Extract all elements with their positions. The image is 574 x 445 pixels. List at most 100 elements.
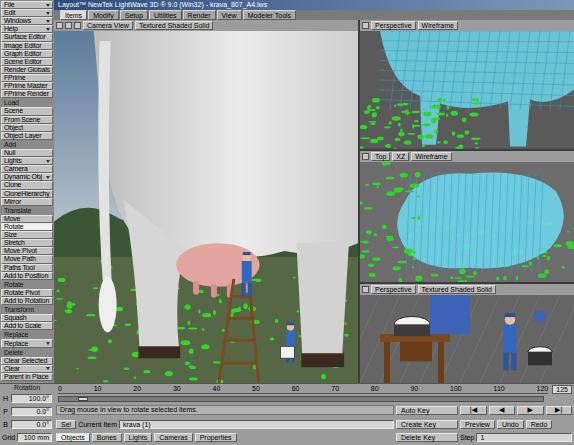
view-type-dropdown[interactable]: Perspective	[371, 285, 416, 294]
render-mode-dropdown[interactable]: Wireframe	[418, 21, 458, 30]
tab-label[interactable]: Items	[65, 12, 82, 19]
toolbar-button[interactable]: Windows	[1, 17, 53, 25]
viewport-canvas[interactable]	[360, 162, 574, 283]
toolbar-button[interactable]: Stretch	[1, 239, 53, 247]
button-label[interactable]: Clear	[4, 366, 45, 372]
toolbar-item[interactable]: From Scene	[1, 116, 53, 124]
toolbar-button[interactable]: Size	[1, 231, 53, 239]
toolbar-item[interactable]: Render Globals	[1, 66, 53, 74]
tab-label[interactable]: View	[222, 12, 237, 19]
transport-glyph[interactable]: ◀	[499, 407, 504, 414]
button-label[interactable]: Move Path	[4, 256, 50, 262]
button-label[interactable]: Render Globals	[4, 67, 50, 73]
button-label[interactable]: CloneHierarchy	[4, 191, 50, 197]
button-label[interactable]: Add to Position	[4, 273, 50, 279]
button-label[interactable]: FPrime	[4, 75, 50, 81]
redo-button[interactable]: Redo	[526, 420, 553, 429]
toolbar-item[interactable]: Clone	[1, 181, 53, 189]
step-field[interactable]: 1	[476, 433, 572, 442]
tab-label[interactable]: Render	[188, 12, 211, 19]
toolbar-button[interactable]: Dynamic Obj	[1, 173, 53, 181]
toolbar-button[interactable]: Replace	[1, 339, 53, 347]
view-control-icon[interactable]	[56, 22, 63, 29]
toolbar-button[interactable]: Clear	[1, 365, 53, 373]
timeline-track[interactable]	[58, 396, 544, 402]
button-label[interactable]: File	[4, 2, 45, 8]
toolbar-item[interactable]: Rotate	[1, 223, 53, 231]
button-label[interactable]: Add to Rotation	[4, 298, 50, 304]
sel-button[interactable]: Sel	[56, 420, 76, 429]
viewport-canvas[interactable]	[54, 31, 358, 383]
toolbar-item[interactable]: Move Path	[1, 255, 53, 263]
button-label[interactable]: Bones	[97, 434, 117, 441]
render-mode-dropdown[interactable]: Wireframe	[411, 152, 451, 161]
button-label[interactable]: Camera	[4, 166, 50, 172]
button-label[interactable]: Surface Editor	[4, 34, 50, 40]
toolbar-button[interactable]: Add to Rotation	[1, 297, 53, 305]
field-value[interactable]: 0.0°	[36, 408, 49, 415]
toolbar-item[interactable]: Image Editor	[1, 42, 53, 50]
item-type-button[interactable]: Lights	[124, 433, 153, 442]
toolbar-button[interactable]: FPrime	[1, 74, 53, 82]
viewport[interactable]: PerspectiveTextured Shaded Solid	[360, 284, 574, 383]
view-control-icon[interactable]	[65, 22, 72, 29]
rotation-field[interactable]: 100.0°	[11, 394, 52, 403]
toolbar-item[interactable]: Parent in Place	[1, 373, 53, 381]
toolbar-item[interactable]: Paths Tool	[1, 264, 53, 272]
toolbar-item[interactable]: Dynamic Obj	[1, 173, 53, 181]
button-label[interactable]: Rotate Pivot	[4, 290, 50, 296]
view-type-label[interactable]: Perspective	[375, 286, 412, 293]
transport-button[interactable]: |◀	[460, 406, 487, 415]
button-label[interactable]: From Scene	[4, 117, 50, 123]
render-mode-dropdown[interactable]: Textured Shaded Solid	[135, 21, 213, 30]
view-type-dropdown[interactable]: Camera View	[83, 21, 133, 30]
toolbar-item[interactable]: Scene	[1, 107, 53, 115]
toolbar-item[interactable]: Edit	[1, 9, 53, 17]
key-button[interactable]: Create Key	[396, 420, 458, 429]
rotation-field[interactable]: 0.0°	[11, 420, 52, 429]
field-value[interactable]: 100 mm	[24, 434, 49, 441]
tab-label[interactable]: Setup	[125, 12, 143, 19]
toolbar-item[interactable]: FPrime Master	[1, 82, 53, 90]
view-type-dropdown[interactable]: Top	[371, 152, 390, 161]
tab[interactable]: View	[217, 10, 242, 20]
item-type-button[interactable]: Cameras	[154, 433, 192, 442]
button-label[interactable]: Parent in Place	[4, 374, 50, 380]
toolbar-item[interactable]: Object	[1, 124, 53, 132]
toolbar-button[interactable]: CloneHierarchy	[1, 190, 53, 198]
button-label[interactable]: FPrime Master	[4, 83, 50, 89]
button-label[interactable]: Clone	[4, 182, 50, 188]
toolbar-item[interactable]: Size	[1, 231, 53, 239]
toolbar-button[interactable]: Mirror	[1, 198, 53, 206]
toolbar-button[interactable]: Null	[1, 149, 53, 157]
toolbar-item[interactable]: Rotate Pivot	[1, 289, 53, 297]
button-label[interactable]: Move	[4, 216, 50, 222]
button-label[interactable]: Squash	[4, 315, 50, 321]
tab[interactable]: Modeler Tools	[243, 10, 296, 20]
button-label[interactable]: Stretch	[4, 240, 50, 246]
button-label[interactable]: Create Key	[401, 421, 436, 428]
toolbar-item[interactable]: File	[1, 1, 53, 9]
toolbar-button[interactable]: Clone	[1, 181, 53, 189]
rotation-field[interactable]: 0.0°	[11, 407, 52, 416]
toolbar-item[interactable]: Add to Rotation	[1, 297, 53, 305]
button-label[interactable]: Objects	[61, 434, 85, 441]
toolbar-button[interactable]: Scene Editor	[1, 58, 53, 66]
toolbar-button[interactable]: Rotate	[1, 223, 53, 231]
button-label[interactable]: Undo	[502, 421, 519, 428]
transport-glyph[interactable]: |◀	[469, 407, 477, 414]
toolbar-item[interactable]: Object Layer	[1, 132, 53, 140]
toolbar-item[interactable]: Camera	[1, 165, 53, 173]
view-type-dropdown[interactable]: Perspective	[371, 21, 416, 30]
toolbar-button[interactable]: Move	[1, 215, 53, 223]
view-control-icon[interactable]	[362, 153, 369, 160]
button-label[interactable]: Move Pivot	[4, 248, 50, 254]
key-button[interactable]: Auto Key	[396, 406, 458, 415]
toolbar-button[interactable]: Camera	[1, 165, 53, 173]
transport-glyph[interactable]: ▶|	[555, 407, 563, 414]
toolbar-item[interactable]: Clear	[1, 365, 53, 373]
axis-dropdown[interactable]: XZ	[392, 152, 409, 161]
field-value[interactable]: 125	[556, 386, 568, 393]
toolbar-button[interactable]: Render Globals	[1, 66, 53, 74]
toolbar-item[interactable]: Help	[1, 25, 53, 33]
